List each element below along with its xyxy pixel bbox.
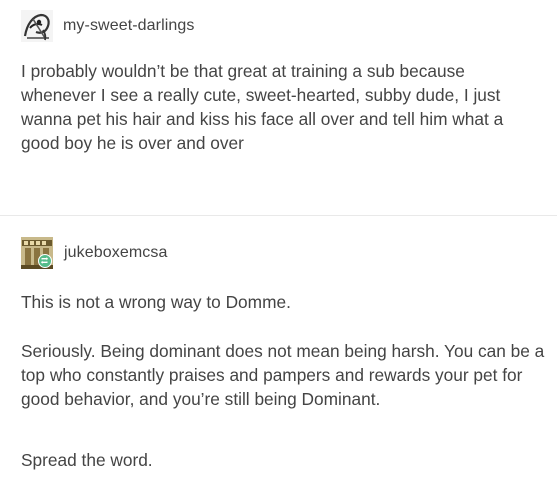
post-body: I probably wouldn’t be that great at tra…	[21, 61, 504, 153]
reblog-paragraph: Seriously. Being dominant does not mean …	[21, 341, 545, 409]
reblog-icon	[41, 257, 48, 264]
post-header: jukeboxemcsa	[21, 237, 167, 269]
post-username[interactable]: jukeboxemcsa	[64, 244, 167, 262]
post-header: my-sweet-darlings	[21, 10, 195, 42]
post-username[interactable]: my-sweet-darlings	[63, 17, 195, 35]
reblog-paragraph: This is not a wrong way to Domme.	[21, 292, 291, 312]
avatar[interactable]	[21, 237, 53, 269]
reblog-badge	[38, 254, 52, 268]
sketch-portrait-icon	[21, 10, 53, 42]
avatar[interactable]	[21, 10, 53, 42]
post-divider	[0, 215, 557, 216]
reblog-paragraph: Spread the word.	[21, 450, 153, 470]
